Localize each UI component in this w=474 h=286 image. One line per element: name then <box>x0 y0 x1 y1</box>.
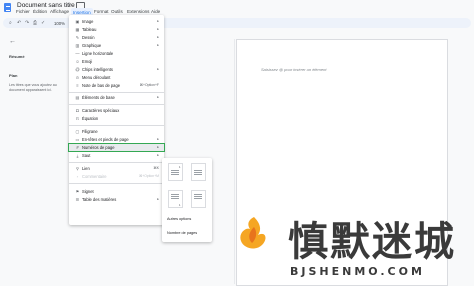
table-icon: ▦ <box>75 26 80 32</box>
menu-item-table[interactable]: ▦ Tableau ▸ <box>69 26 164 33</box>
close-outline-icon[interactable]: ← <box>9 38 16 45</box>
outline-panel: ← Résumé Plan Les titres que vous ajoute… <box>0 30 70 284</box>
watermark-subtitle: BJSHENMO.COM <box>290 265 425 278</box>
menu-item-smart-chips[interactable]: @ Chips intelligents ▸ <box>69 66 164 73</box>
bookmark-icon: ⚑ <box>75 188 80 194</box>
menu-item-horizontal-line[interactable]: — Ligne horizontale <box>69 50 164 57</box>
menu-extensions[interactable]: Extensions <box>127 9 149 14</box>
menu-item-bookmark[interactable]: ⚑ Signet <box>69 188 164 195</box>
page-number-bottom-right-skip-first-option[interactable] <box>191 190 206 208</box>
print-icon[interactable]: ⎙ <box>33 20 37 26</box>
comment-icon: ▫ <box>76 173 79 179</box>
more-options-item[interactable]: Autres options <box>167 217 191 221</box>
smart-chips-icon: @ <box>75 66 80 72</box>
menu-edit[interactable]: Édition <box>33 9 47 14</box>
menu-item-image[interactable]: ▣ Image ▸ <box>69 18 164 25</box>
watermark-icon: ▢ <box>75 128 80 134</box>
menu-item-watermark[interactable]: ▢ Filigrane <box>69 128 164 135</box>
insert-menu: ▣ Image ▸ ▦ Tableau ▸ ✎ Dessin ▸ ▥ Graphique ▸ —… <box>68 15 165 225</box>
search-menus-icon[interactable]: ⌕ <box>9 20 12 26</box>
plan-empty-text: Les titres que vous ajoutez au document … <box>9 83 57 92</box>
zoom-select[interactable]: 100% <box>54 21 65 26</box>
table-of-contents-icon: ☰ <box>75 196 80 202</box>
menu-help[interactable]: Aide <box>151 9 160 14</box>
special-characters-icon: Ω <box>75 107 80 113</box>
page-number-top-right-skip-first-option[interactable] <box>191 163 206 181</box>
watermark-logo-icon <box>240 217 266 249</box>
image-icon: ▣ <box>75 18 80 24</box>
menu-item-comment: ▫ Commentaire ⌘+Option+M <box>76 173 159 180</box>
equation-icon: π <box>76 115 79 121</box>
menu-file[interactable]: Fichier <box>16 9 30 14</box>
menu-separator <box>69 104 164 105</box>
body-placeholder[interactable]: Saisissez @ pour insérer un élément <box>261 67 326 72</box>
page-number-bottom-right-option[interactable]: 1 <box>168 190 183 208</box>
link-icon: ⚲ <box>75 165 80 171</box>
menu-separator <box>69 162 164 163</box>
summary-heading: Résumé <box>9 54 25 59</box>
building-blocks-icon: ▤ <box>75 94 80 100</box>
emoji-icon: ☺ <box>75 58 80 64</box>
menu-item-page-numbers[interactable]: # Numéros de page ▸ <box>68 143 165 152</box>
plan-heading: Plan <box>9 73 18 78</box>
horizontal-line-icon: — <box>75 50 80 56</box>
site-watermark: 慎默迷城 BJSHENMO.COM <box>228 195 474 284</box>
dropdown-icon: ⊙ <box>75 74 80 80</box>
page-count-item[interactable]: Nombre de pages <box>167 231 197 235</box>
menu-item-headers-footers[interactable]: ▭ En-têtes et pieds de page ▸ <box>69 136 164 143</box>
menu-separator <box>69 92 164 93</box>
menu-item-emoji[interactable]: ☺ Emoji <box>69 58 164 65</box>
drawing-icon: ✎ <box>75 34 80 40</box>
undo-icon[interactable]: ↶ <box>17 20 21 26</box>
page-number-top-right-option[interactable]: 1 <box>168 163 183 181</box>
menu-tools[interactable]: Outils <box>111 9 123 14</box>
menu-item-break[interactable]: ⤓ Saut ▸ <box>69 152 164 159</box>
menu-separator <box>69 125 164 126</box>
menu-item-chart[interactable]: ▥ Graphique ▸ <box>69 42 164 49</box>
docs-logo-icon[interactable] <box>4 3 11 12</box>
break-icon: ⤓ <box>76 152 79 158</box>
menu-item-dropdown[interactable]: ⊙ Menu déroulant <box>69 74 164 81</box>
menu-separator <box>69 183 164 184</box>
footnote-icon: ≡ <box>76 82 79 88</box>
chart-icon: ▥ <box>75 42 80 48</box>
header-footer-icon: ▭ <box>75 136 80 142</box>
menu-format[interactable]: Format <box>94 9 109 14</box>
page-numbers-submenu: 1 1 Autres options Nombre de pages <box>162 158 212 242</box>
menu-item-special-characters[interactable]: Ω Caractères spéciaux <box>69 107 164 114</box>
menu-view[interactable]: Affichage <box>50 9 69 14</box>
menu-item-equation[interactable]: π Équation <box>69 115 164 122</box>
menu-item-link[interactable]: ⚲ Lien ⌘K <box>69 165 164 172</box>
redo-icon[interactable]: ↷ <box>25 20 29 26</box>
page-numbers-icon: # <box>76 144 79 150</box>
menu-item-building-blocks[interactable]: ▤ Éléments de base ▸ <box>69 94 164 101</box>
spellcheck-icon[interactable]: ✓ <box>41 20 45 26</box>
menu-item-drawing[interactable]: ✎ Dessin ▸ <box>69 34 164 41</box>
watermark-title: 慎默迷城 <box>288 219 456 265</box>
menu-item-footnote[interactable]: ≡ Note de bas de page ⌘+Option+F <box>69 82 164 89</box>
menu-item-table-of-contents[interactable]: ☰ Table des matières ▸ <box>69 196 164 203</box>
